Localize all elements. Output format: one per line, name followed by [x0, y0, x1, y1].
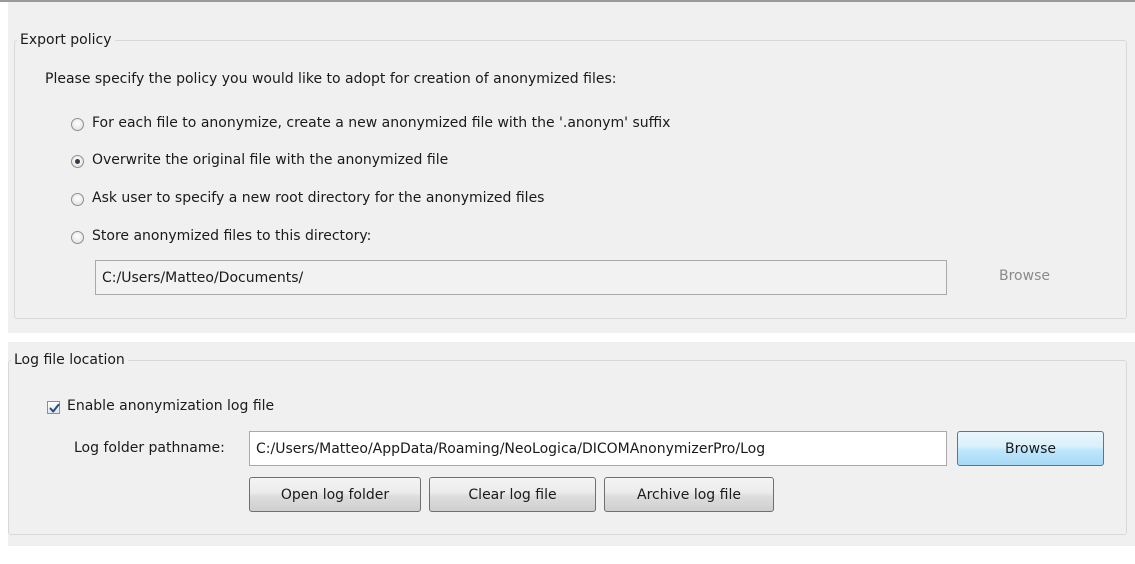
browse-directory-button[interactable]: Browse: [999, 268, 1050, 284]
enable-log-checkbox[interactable]: [47, 401, 60, 414]
enable-log-label[interactable]: Enable anonymization log file: [67, 398, 274, 414]
directory-field[interactable]: [95, 260, 947, 295]
log-folder-label: Log folder pathname:: [74, 440, 225, 456]
radio-label[interactable]: For each file to anonymize, create a new…: [92, 115, 670, 131]
radio-label[interactable]: Overwrite the original file with the ano…: [92, 152, 448, 168]
radio-button[interactable]: [71, 118, 84, 131]
export-policy-prompt: Please specify the policy you would like…: [45, 71, 617, 87]
radio-button-selected[interactable]: [71, 155, 84, 168]
clear-log-file-button[interactable]: Clear log file: [429, 477, 596, 512]
export-policy-title: Export policy: [20, 32, 112, 48]
check-icon: [49, 403, 60, 413]
radio-button[interactable]: [71, 193, 84, 206]
browse-log-folder-button[interactable]: Browse: [957, 431, 1104, 466]
log-folder-field[interactable]: [249, 431, 947, 466]
archive-log-file-button[interactable]: Archive log file: [604, 477, 774, 512]
radio-button[interactable]: [71, 231, 84, 244]
radio-label[interactable]: Store anonymized files to this directory…: [92, 228, 371, 244]
log-location-title: Log file location: [14, 352, 125, 368]
radio-label[interactable]: Ask user to specify a new root directory…: [92, 190, 544, 206]
open-log-folder-button[interactable]: Open log folder: [249, 477, 421, 512]
